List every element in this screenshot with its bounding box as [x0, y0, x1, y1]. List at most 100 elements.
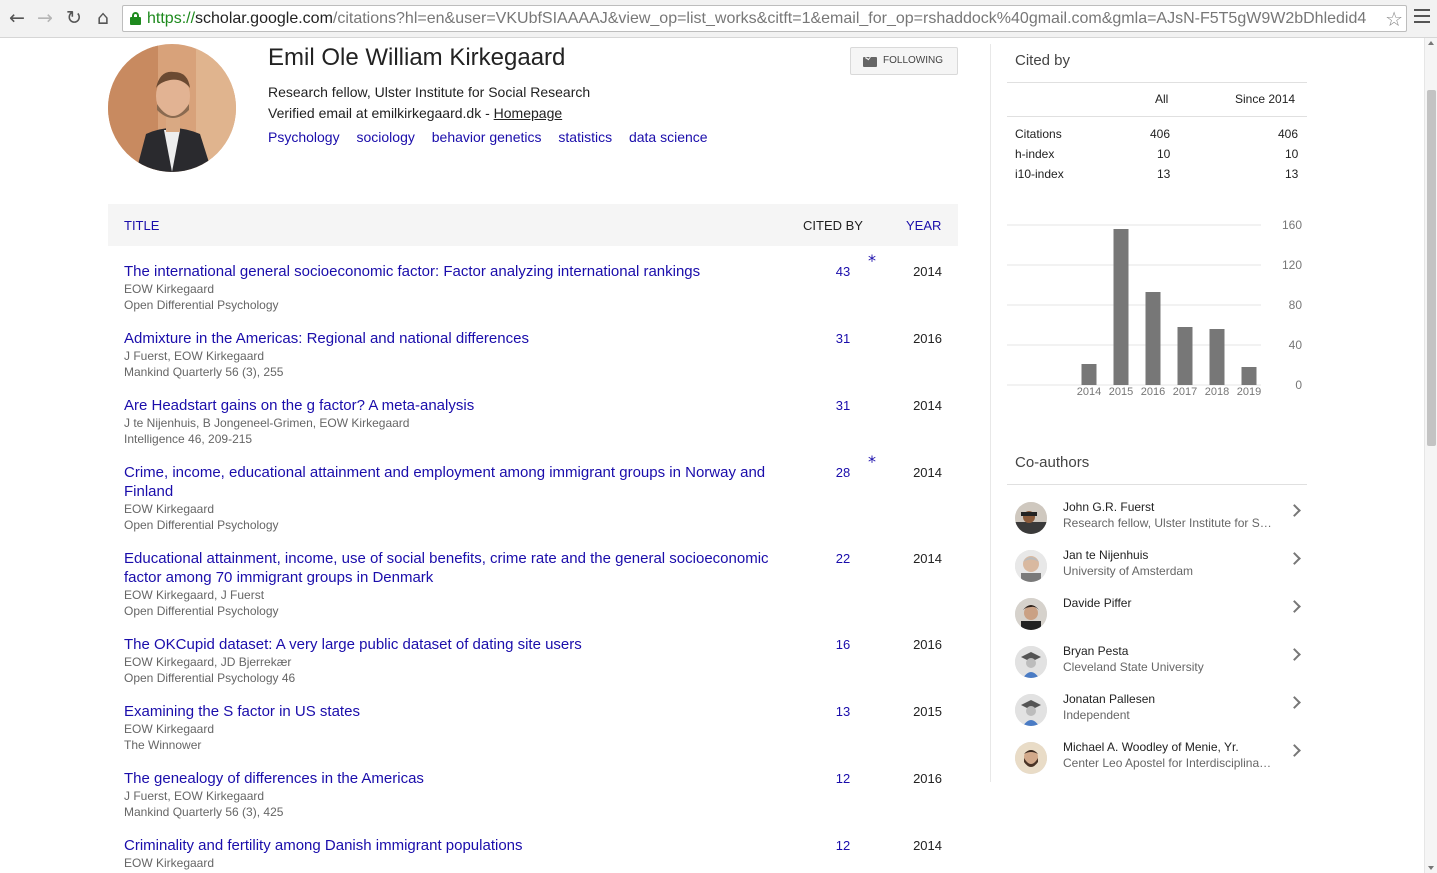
article-title-link[interactable]: The OKCupid dataset: A very large public… [124, 635, 794, 654]
chevron-right-icon[interactable] [1288, 552, 1301, 565]
coauthor-name[interactable]: Jan te Nijenhuis [1063, 548, 1148, 562]
article-title-link[interactable]: Are Headstart gains on the g factor? A m… [124, 396, 794, 415]
chart-bar-2016[interactable] [1145, 292, 1161, 385]
chart-bar-2014[interactable] [1081, 364, 1097, 385]
chevron-right-icon[interactable] [1288, 696, 1301, 709]
coauthor-item[interactable]: Jonatan Pallesen Independent [1007, 692, 1307, 740]
interest-link[interactable]: Psychology [268, 129, 340, 145]
article-title-link[interactable]: Crime, income, educational attainment an… [124, 463, 794, 501]
chevron-right-icon[interactable] [1288, 648, 1301, 661]
chart-xtick-label: 2015 [1109, 386, 1133, 398]
article-cited-count[interactable]: 16 [824, 637, 862, 652]
chevron-right-icon[interactable] [1288, 744, 1301, 757]
coauthor-item[interactable]: Jan te Nijenhuis University of Amsterdam [1007, 548, 1307, 596]
browser-toolbar: ← → ↻ ⌂ https://scholar.google.com/citat… [0, 0, 1437, 38]
article-title-link[interactable]: The international general socioeconomic … [124, 262, 794, 281]
back-arrow-icon[interactable]: ← [5, 6, 29, 30]
home-icon[interactable]: ⌂ [91, 6, 115, 30]
article-authors: J Fuerst, EOW Kirkegaard [124, 789, 265, 803]
bookmark-star-icon[interactable]: ☆ [1385, 7, 1403, 31]
scroll-down-arrow-icon[interactable] [1428, 866, 1434, 870]
merged-citations-star[interactable]: * [868, 452, 876, 471]
coauthor-item[interactable]: Davide Piffer [1007, 596, 1307, 644]
coauthor-name[interactable]: Bryan Pesta [1063, 644, 1128, 658]
chevron-right-icon[interactable] [1288, 600, 1301, 613]
article-cited-count[interactable]: 43 [824, 264, 862, 279]
article-authors: EOW Kirkegaard [124, 282, 215, 296]
address-bar[interactable]: https://scholar.google.com/citations?hl=… [122, 5, 1407, 32]
stat-since-h-index: 10 [1285, 147, 1299, 161]
divider [1007, 484, 1307, 485]
sort-by-cited[interactable]: CITED BY [803, 218, 863, 233]
envelope-icon [863, 57, 877, 67]
merged-citations-star[interactable]: * [868, 251, 876, 270]
article-authors: EOW Kirkegaard, J Fuerst [124, 588, 265, 602]
article-row: Crime, income, educational attainment an… [124, 452, 950, 533]
coauthor-item[interactable]: Bryan Pesta Cleveland State University [1007, 644, 1307, 692]
coauthor-affiliation: Research fellow, Ulster Institute for So… [1063, 516, 1273, 530]
chart-bar-2015[interactable] [1113, 229, 1129, 385]
article-cited-count[interactable]: 12 [824, 771, 862, 786]
interest-link[interactable]: statistics [558, 129, 612, 145]
article-cited-count[interactable]: 12 [824, 838, 862, 853]
sort-by-year[interactable]: YEAR [906, 218, 941, 233]
article-title-link[interactable]: Admixture in the Americas: Regional and … [124, 329, 794, 348]
coauthor-name[interactable]: Jonatan Pallesen [1063, 692, 1155, 706]
article-row: Are Headstart gains on the g factor? A m… [124, 396, 950, 447]
article-authors: EOW Kirkegaard, JD Bjerrekær [124, 655, 292, 669]
article-venue: Open Differential Psychology [124, 604, 279, 618]
article-cited-count[interactable]: 31 [824, 398, 862, 413]
coauthor-item[interactable]: John G.R. Fuerst Research fellow, Ulster… [1007, 500, 1307, 548]
hamburger-menu-icon[interactable] [1414, 9, 1430, 25]
coauthor-name[interactable]: John G.R. Fuerst [1063, 500, 1154, 514]
graduate-avatar-icon [1015, 646, 1047, 678]
article-year: 2016 [913, 331, 942, 346]
coauthor-name[interactable]: Michael A. Woodley of Menie, Yr. [1063, 740, 1239, 754]
coauthor-affiliation: Independent [1063, 708, 1130, 722]
interest-link[interactable]: behavior genetics [432, 129, 542, 145]
stat-label-citations: Citations [1015, 127, 1062, 141]
scrollbar-thumb[interactable] [1427, 90, 1436, 446]
stat-label-i10-index: i10-index [1015, 167, 1064, 181]
following-label: FOLLOWING [883, 55, 944, 66]
scroll-up-arrow-icon[interactable] [1428, 41, 1434, 45]
profile-affiliation: Research fellow, Ulster Institute for So… [268, 84, 591, 100]
article-row: The genealogy of differences in the Amer… [124, 769, 950, 820]
article-cited-count[interactable]: 28 [824, 465, 862, 480]
article-title-link[interactable]: Examining the S factor in US states [124, 702, 794, 721]
profile-name: Emil Ole William Kirkegaard [268, 44, 566, 71]
sort-by-title[interactable]: TITLE [124, 218, 159, 233]
coauthor-name[interactable]: Davide Piffer [1063, 596, 1131, 610]
coauthor-affiliation: University of Amsterdam [1063, 564, 1194, 578]
article-year: 2014 [913, 551, 942, 566]
interest-link[interactable]: data science [629, 129, 708, 145]
stat-all-h-index: 10 [1157, 147, 1171, 161]
chart-bar-2018[interactable] [1209, 329, 1225, 385]
coauthor-item[interactable]: Michael A. Woodley of Menie, Yr. Center … [1007, 740, 1307, 788]
article-title-link[interactable]: Criminality and fertility among Danish i… [124, 836, 794, 855]
page-scrollbar[interactable] [1424, 38, 1437, 873]
chart-ytick-label: 0 [1295, 378, 1302, 392]
article-year: 2014 [913, 264, 942, 279]
forward-arrow-icon[interactable]: → [33, 6, 57, 30]
article-title-link[interactable]: Educational attainment, income, use of s… [124, 549, 794, 587]
following-button[interactable]: FOLLOWING [850, 47, 958, 75]
article-row: The international general socioeconomic … [124, 251, 950, 313]
article-row: Educational attainment, income, use of s… [124, 549, 950, 619]
article-authors: J te Nijenhuis, B Jongeneel-Grimen, EOW … [124, 416, 410, 430]
stat-since-citations: 406 [1278, 127, 1299, 141]
article-cited-count[interactable]: 31 [824, 331, 862, 346]
chart-bar-2017[interactable] [1177, 327, 1193, 385]
reload-icon[interactable]: ↻ [62, 6, 86, 30]
article-title-link[interactable]: The genealogy of differences in the Amer… [124, 769, 794, 788]
article-venue: The Winnower [124, 738, 202, 752]
article-cited-count[interactable]: 22 [824, 551, 862, 566]
article-cited-count[interactable]: 13 [824, 704, 862, 719]
interest-link[interactable]: sociology [356, 129, 414, 145]
chevron-right-icon[interactable] [1288, 504, 1301, 517]
article-row: Criminality and fertility among Danish i… [124, 836, 950, 871]
article-venue: Mankind Quarterly 56 (3), 255 [124, 365, 284, 379]
article-venue: Mankind Quarterly 56 (3), 425 [124, 805, 284, 819]
homepage-link[interactable]: Homepage [494, 105, 563, 121]
chart-bar-2019[interactable] [1241, 367, 1257, 385]
